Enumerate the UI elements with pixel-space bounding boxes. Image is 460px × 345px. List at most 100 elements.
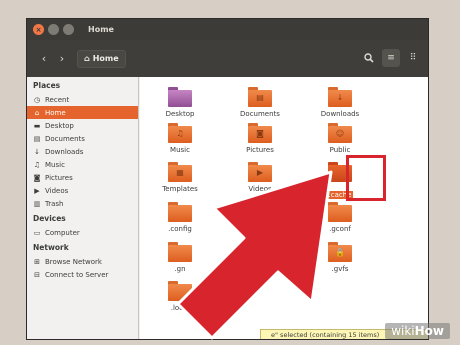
title-bar: × Home [27,19,428,40]
grid-view-button[interactable]: ⠿ [404,49,422,67]
folder-icon: ◙ [248,123,272,143]
sidebar-item-home[interactable]: ⌂ Home [27,106,138,119]
devices-header: Devices [33,214,66,223]
list-view-icon: ≡ [387,53,395,63]
sidebar-item-label: Browse Network [45,257,102,266]
folder-d[interactable]: 🔒 .d [225,202,295,233]
watermark-brand-a: wiki [391,324,415,338]
file-manager-window: × Home ‹ › ⌂ Home ≡ ⠿ Places ◷ Recent ⌂ Ho… [26,18,429,340]
folder-icon [168,87,192,107]
home-icon: ⌂ [84,54,90,63]
list-view-button[interactable]: ≡ [382,49,400,67]
folder-label: Desktop [165,110,195,118]
window-title: Home [88,25,114,34]
search-icon [364,53,374,63]
sidebar-item-trash[interactable]: ▥ Trash [27,197,138,210]
folder-videos[interactable]: ▶ Videos [225,162,295,193]
maximize-window-button[interactable] [63,24,74,35]
folder-pictures[interactable]: ◙ Pictures [225,123,295,154]
folder-label: .gvfs [331,265,349,273]
sidebar-item-recent[interactable]: ◷ Recent [27,93,138,106]
folder-icon: ▶ [248,162,272,182]
close-window-button[interactable]: × [33,24,44,35]
breadcrumb-label: Home [92,54,119,63]
drive-icon: ▭ [33,228,41,237]
search-button[interactable] [360,49,378,67]
folder-icon [168,242,192,262]
folder-label: .gn [174,265,186,273]
download-icon: ↓ [34,147,40,156]
camera-icon: ◙ [33,173,41,182]
folder-label: .local [170,304,190,312]
sidebar-item-label: Connect to Server [45,270,109,279]
sidebar-item-downloads[interactable]: ↓ Downloads [27,145,138,158]
minimize-window-button[interactable] [48,24,59,35]
folder-label: Templates [162,185,198,193]
folder-local[interactable]: .local [145,281,215,312]
sidebar-item-label: Pictures [45,173,73,182]
watermark-brand-b: How [414,324,444,338]
folder-icon [168,202,192,222]
folder-desktop[interactable]: Desktop [145,87,215,118]
folder-icon: 🔒 [328,242,352,262]
sidebar-item-label: Downloads [45,147,84,156]
folder-downloads[interactable]: ↓ Downloads [305,87,375,118]
folder-label: .config [168,225,192,233]
sidebar-item-label: Trash [45,199,64,208]
server-icon: ⊟ [34,270,40,279]
music-icon: ♫ [33,160,41,169]
folder-icon: 🔒 [248,202,272,222]
folder-label: Pictures [246,146,274,154]
toolbar: ‹ › ⌂ Home ≡ ⠿ [27,40,428,77]
folder-config[interactable]: .config [145,202,215,233]
sidebar-item-computer[interactable]: ▭ Computer [27,226,138,239]
folder-icon: ▤ [248,87,272,107]
trash-icon: ▥ [33,199,41,208]
folder-label: Videos [248,185,272,193]
chevron-left-icon: ‹ [41,52,47,65]
sidebar-item-connect-server[interactable]: ⊟ Connect to Server [27,268,138,281]
document-icon: ▤ [33,134,41,143]
folder-gconf[interactable]: .gconf [305,202,375,233]
network-icon: ⊞ [34,257,40,266]
sidebar-item-browse-network[interactable]: ⊞ Browse Network [27,255,138,268]
sidebar: Places ◷ Recent ⌂ Home ▬ Desktop ▤ Documents… [27,77,139,339]
sidebar-item-documents[interactable]: ▤ Documents [27,132,138,145]
folder-templates[interactable]: ▦ Templates [145,162,215,193]
folder-documents[interactable]: ▤ Documents [225,87,295,118]
watermark-logo: wikiHow [385,323,450,339]
folder-icon: ♫ [168,123,192,143]
sidebar-item-desktop[interactable]: ▬ Desktop [27,119,138,132]
folder-label: Public [329,146,351,154]
folder-icon: ▦ [168,162,192,182]
network-header: Network [33,243,69,252]
places-header: Places [33,81,61,90]
folder-icon: ↓ [328,87,352,107]
sidebar-item-pictures[interactable]: ◙ Pictures [27,171,138,184]
chevron-right-icon: › [59,52,65,65]
forward-button[interactable]: › [53,50,71,68]
file-grid: Desktop ▤ Documents ↓ Downloads ♫ Music … [140,77,428,339]
highlight-box [346,155,386,201]
sidebar-item-videos[interactable]: ▶ Videos [27,184,138,197]
breadcrumb-home[interactable]: ⌂ Home [77,49,126,68]
sidebar-item-music[interactable]: ♫ Music [27,158,138,171]
folder-label: Downloads [320,110,360,118]
grid-view-icon: ⠿ [409,53,417,63]
sidebar-item-label: Documents [45,134,85,143]
video-icon: ▶ [34,186,40,195]
folder-label: .gconf [329,225,351,233]
folder-label: Music [170,146,190,154]
sidebar-item-label: Home [45,108,66,117]
folder-icon [168,281,192,301]
folder-public[interactable]: ☺ Public [305,123,375,154]
desktop-icon: ▬ [33,121,41,130]
folder-label: Documents [240,110,280,118]
folder-gn[interactable]: .gn [145,242,215,273]
folder-gvfs[interactable]: 🔒 .gvfs [305,242,375,273]
back-button[interactable]: ‹ [35,50,53,68]
sidebar-item-label: Recent [45,95,70,104]
sidebar-item-label: Videos [45,186,69,195]
folder-music[interactable]: ♫ Music [145,123,215,154]
folder-label: .d [256,225,264,233]
